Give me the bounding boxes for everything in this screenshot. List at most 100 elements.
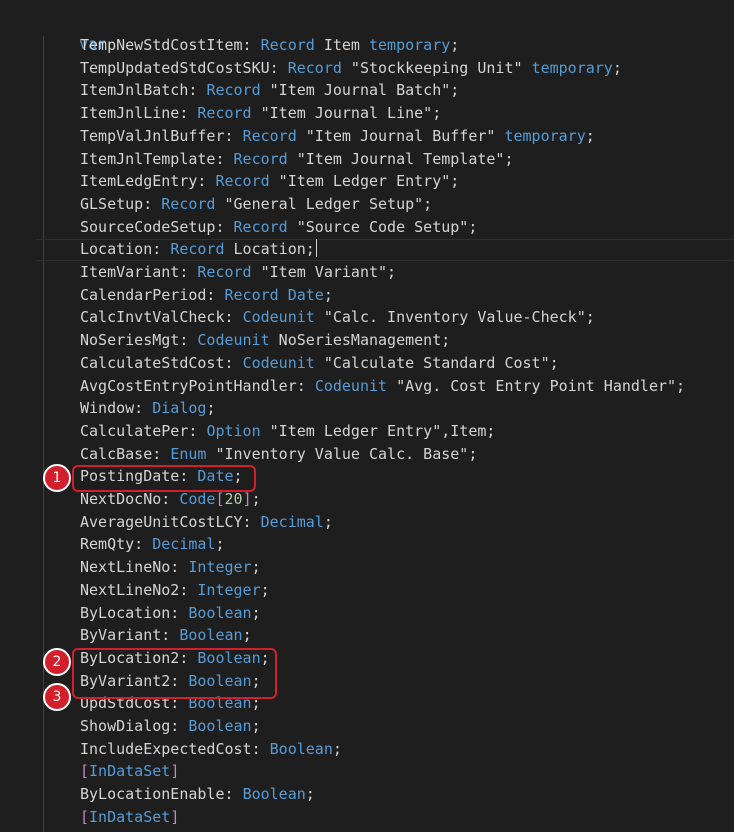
code-token: ItemVariant: bbox=[80, 263, 198, 281]
indent-guide bbox=[43, 36, 44, 832]
code-token: NextLineNo: bbox=[80, 558, 189, 577]
code-token: ; bbox=[305, 785, 315, 804]
code-token: CalculatePer: bbox=[80, 421, 207, 440]
code-token: NoSeriesManagement; bbox=[269, 331, 451, 350]
code-token: Location: bbox=[80, 240, 171, 259]
code-line[interactable]: CalculateStdCost: Codeunit "Calculate St… bbox=[80, 352, 559, 375]
code-token: "Item Journal Template"; bbox=[287, 149, 514, 168]
annotation-badge-3: 3 bbox=[43, 683, 71, 711]
code-line[interactable]: GLSetup: Record "General Ledger Setup"; bbox=[80, 193, 432, 216]
code-line[interactable]: ItemJnlTemplate: Record "Item Journal Te… bbox=[80, 148, 514, 171]
code-token: Record bbox=[197, 263, 252, 281]
code-token: ; bbox=[450, 36, 460, 54]
code-token: [ bbox=[80, 807, 90, 826]
code-line[interactable]: IncludeExpectedCost: Boolean; bbox=[80, 738, 342, 761]
code-line[interactable]: AvgCostEntryPointHandler: Codeunit "Avg.… bbox=[80, 375, 685, 398]
code-token: Codeunit bbox=[314, 376, 388, 395]
code-line[interactable]: ByVariant: Boolean; bbox=[80, 624, 252, 647]
code-token: "Calculate Standard Cost"; bbox=[314, 353, 559, 372]
code-line[interactable]: ItemJnlLine: Record "Item Journal Line"; bbox=[80, 102, 441, 125]
code-token: SourceCodeSetup: bbox=[80, 217, 234, 236]
code-token: ItemJnlBatch: bbox=[80, 81, 207, 100]
code-token: Record bbox=[233, 217, 288, 236]
code-token: ; bbox=[612, 58, 622, 77]
code-token: Option bbox=[206, 421, 261, 440]
code-line[interactable]: SourceCodeSetup: Record "Source Code Set… bbox=[80, 216, 477, 239]
code-line[interactable]: TempNewStdCostItem: Record Item temporar… bbox=[80, 34, 459, 57]
code-line[interactable]: NoSeriesMgt: Codeunit NoSeriesManagement… bbox=[80, 329, 450, 352]
code-token: [ bbox=[80, 762, 90, 781]
code-token: AvgCostEntryPointHandler: bbox=[80, 376, 315, 395]
code-line[interactable]: [InDataSet] bbox=[80, 806, 179, 829]
code-token: ByVariant: bbox=[80, 626, 180, 645]
code-token: "Stockkeeping Unit" bbox=[341, 58, 532, 77]
code-token: "Item Ledger Entry"; bbox=[269, 172, 460, 191]
code-line[interactable]: TempUpdatedStdCostSKU: Record "Stockkeep… bbox=[80, 57, 622, 80]
code-line[interactable]: NextLineNo: Integer; bbox=[80, 556, 261, 579]
code-token: ] bbox=[242, 490, 252, 508]
code-line[interactable]: ItemLedgEntry: Record "Item Ledger Entry… bbox=[80, 170, 459, 193]
code-line[interactable]: ByLocation: Boolean; bbox=[80, 602, 261, 625]
code-token: Record bbox=[242, 126, 297, 145]
code-token: ; bbox=[332, 739, 342, 758]
code-token: Location; bbox=[224, 240, 315, 259]
annotation-badge-1: 1 bbox=[43, 464, 71, 492]
code-token: ItemJnlTemplate: bbox=[80, 149, 234, 168]
code-token: "Inventory Value Calc. Base"; bbox=[206, 444, 478, 463]
code-token: ; bbox=[323, 285, 333, 304]
code-line[interactable]: Window: Dialog; bbox=[80, 397, 215, 420]
code-token: ] bbox=[170, 762, 180, 781]
code-token: Enum bbox=[170, 444, 207, 463]
code-token: Record bbox=[206, 81, 261, 100]
code-line[interactable]: ByLocationEnable: Boolean; bbox=[80, 783, 315, 806]
code-token: "Item Journal Line"; bbox=[251, 104, 442, 123]
code-line[interactable]: CalcInvtValCheck: Codeunit "Calc. Invent… bbox=[80, 306, 595, 329]
code-line[interactable]: [InDataSet] bbox=[80, 760, 179, 783]
code-token: Boolean bbox=[242, 785, 306, 804]
code-token: NextDocNo: bbox=[80, 490, 180, 508]
code-token: Window: bbox=[80, 399, 153, 418]
code-token: ShowDialog: bbox=[80, 717, 189, 735]
code-line[interactable]: ShowDialog: Boolean; bbox=[80, 715, 261, 738]
code-token: Item bbox=[314, 36, 369, 54]
code-token: Record bbox=[260, 36, 315, 54]
code-token: Codeunit bbox=[197, 331, 270, 350]
code-line[interactable]: ItemVariant: Record "Item Variant"; bbox=[80, 261, 396, 284]
code-token: Dialog bbox=[152, 399, 207, 418]
code-line[interactable]: RemQty: Decimal; bbox=[80, 533, 225, 556]
code-token: ; bbox=[251, 558, 261, 577]
code-token: ; bbox=[585, 126, 595, 145]
code-token: Record bbox=[170, 240, 225, 259]
code-token: CalcBase: bbox=[80, 444, 171, 463]
code-line[interactable]: CalcBase: Enum "Inventory Value Calc. Ba… bbox=[80, 443, 477, 466]
highlight-box-2-3 bbox=[72, 648, 277, 699]
code-token: Decimal bbox=[260, 512, 324, 531]
code-token: InDataSet bbox=[89, 762, 171, 781]
var-keyword-line: var bbox=[43, 10, 106, 53]
code-token: temporary bbox=[531, 58, 613, 77]
code-line[interactable]: Location: Record Location; bbox=[80, 238, 317, 261]
code-token: Code bbox=[179, 490, 216, 508]
code-token: ; bbox=[251, 717, 261, 735]
code-token: NextLineNo2: bbox=[80, 580, 198, 599]
code-line[interactable]: CalendarPeriod: Record Date; bbox=[80, 284, 333, 307]
code-line[interactable]: CalculatePer: Option "Item Ledger Entry"… bbox=[80, 420, 495, 443]
code-token: Boolean bbox=[188, 717, 252, 735]
code-token: CalendarPeriod: bbox=[80, 285, 225, 304]
code-token: TempValJnlBuffer: bbox=[80, 126, 243, 145]
code-editor[interactable]: var TempNewStdCostItem: Record Item temp… bbox=[0, 0, 734, 832]
code-line[interactable]: TempValJnlBuffer: Record "Item Journal B… bbox=[80, 125, 595, 148]
code-token: ByLocation: bbox=[80, 603, 189, 622]
code-line[interactable]: AverageUnitCostLCY: Decimal; bbox=[80, 511, 333, 534]
code-token: ; bbox=[206, 399, 216, 418]
code-token: InDataSet bbox=[89, 807, 171, 826]
code-token: ByLocationEnable: bbox=[80, 785, 243, 804]
code-token: ItemJnlLine: bbox=[80, 104, 198, 123]
code-line[interactable]: ItemJnlBatch: Record "Item Journal Batch… bbox=[80, 79, 459, 102]
code-token: GLSetup: bbox=[80, 194, 162, 213]
code-token: Integer bbox=[197, 580, 261, 599]
code-token: Record bbox=[161, 194, 216, 213]
code-line[interactable]: NextLineNo2: Integer; bbox=[80, 579, 270, 602]
code-token: Boolean bbox=[188, 603, 252, 622]
code-token: "Item Journal Buffer" bbox=[296, 126, 505, 145]
